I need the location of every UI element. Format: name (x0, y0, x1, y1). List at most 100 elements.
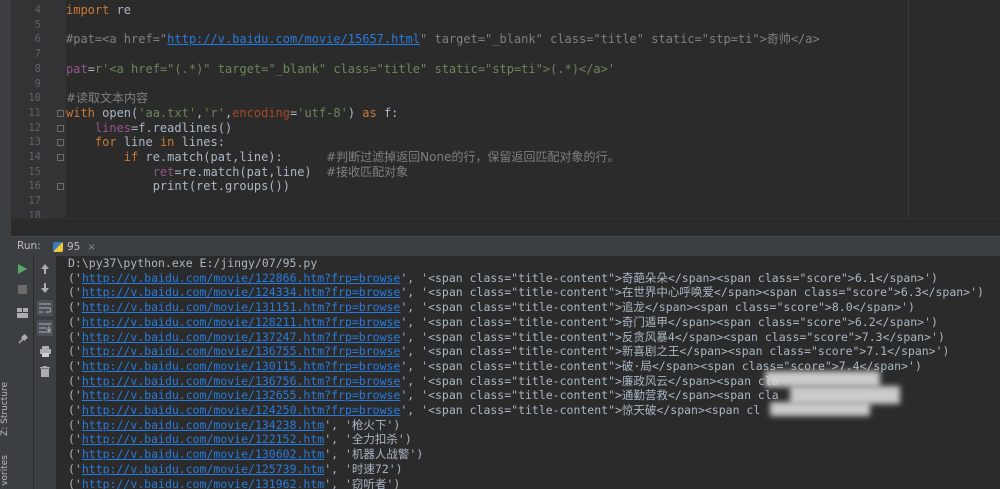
line-number: 13 (28, 136, 41, 149)
console-text: ', ' (400, 358, 429, 373)
code-token: 'r' (203, 105, 225, 120)
console-text: (' (68, 447, 82, 462)
run-tab-95[interactable]: 95 × (53, 239, 96, 255)
console-link[interactable]: http://v.baidu.com/movie/131962.htm (82, 477, 324, 489)
console-text: (' (68, 388, 82, 403)
console-link[interactable]: http://v.baidu.com/movie/122866.htm?frp=… (82, 271, 401, 285)
trash-icon[interactable] (38, 364, 52, 378)
favorites-tool-label[interactable]: vorites (0, 455, 10, 486)
code-line: for line in lines: (66, 135, 225, 150)
code-token: lines (94, 120, 132, 135)
code-line: import re (66, 3, 131, 18)
line-number: 14 (28, 151, 41, 163)
fold-marker-icon[interactable] (57, 183, 64, 191)
console-link[interactable]: http://v.baidu.com/movie/124334.htm?frp=… (82, 285, 401, 299)
console-text: 时速72') (351, 461, 403, 476)
editor-console-separator[interactable] (11, 218, 1000, 237)
console-link[interactable]: http://v.baidu.com/movie/130602.htm (82, 447, 324, 461)
run-tab-label: 95 (67, 241, 81, 253)
run-toolbar-right (34, 256, 56, 489)
redacted-area (770, 402, 870, 416)
console-link[interactable]: http://v.baidu.com/movie/132655.htm?frp=… (82, 388, 401, 402)
console-text: ', ' (400, 344, 429, 359)
code-line: #读取文本内容 (66, 91, 148, 106)
line-number: 11 (28, 106, 41, 119)
code-line: ret=re.match(pat,line) #接收匹配对象 (66, 165, 408, 180)
console-output-line: ('http://v.baidu.com/movie/130602.htm', … (68, 447, 423, 462)
close-icon[interactable]: × (87, 242, 95, 253)
console-link[interactable]: http://v.baidu.com/movie/130115.htm?frp=… (82, 359, 401, 373)
code-token: 'utf-8' (297, 105, 348, 120)
code-token: as (362, 105, 384, 120)
code-editor[interactable]: import re #pat=<a href="http://v.baidu.co… (66, 0, 1000, 218)
console-text: (' (68, 373, 82, 388)
code-token: lines: (181, 135, 225, 150)
console-text: (' (68, 461, 82, 476)
console-link[interactable]: http://v.baidu.com/movie/125739.htm (82, 462, 324, 476)
code-token: in (159, 135, 182, 150)
console-link[interactable]: http://v.baidu.com/movie/136755.htm?frp=… (82, 344, 401, 358)
fold-marker-icon[interactable] (57, 124, 64, 132)
console-text: <span class="title-content">奇葩朵朵</span><… (428, 270, 938, 285)
console-text: <span class="title-content">反贪风暴4</span>… (428, 329, 945, 344)
code-token: ) (347, 105, 363, 120)
console-text: 机器人战警') (351, 447, 424, 462)
play-icon[interactable] (15, 262, 29, 276)
console-output-line: ('http://v.baidu.com/movie/125739.htm', … (68, 462, 403, 477)
code-token: encoding (232, 105, 290, 120)
code-token: import (66, 3, 110, 17)
arrow-down-icon[interactable] (38, 281, 52, 295)
line-number: 8 (34, 62, 41, 75)
console-link[interactable]: http://v.baidu.com/movie/124250.htm?frp=… (82, 403, 401, 417)
line-number: 16 (28, 180, 41, 193)
right-margin-guide (908, 0, 909, 218)
console-text: <span class="title-content">奇门遁甲</span><… (428, 314, 938, 329)
console-text: <span class="title-content">追龙</span><sp… (428, 300, 915, 315)
console-link[interactable]: http://v.baidu.com/movie/134238.htm (82, 418, 324, 432)
console-text: ', ' (400, 285, 429, 300)
line-number: 15 (28, 165, 41, 178)
console-text: (' (68, 358, 82, 373)
code-token[interactable]: http://v.baidu.com/movie/15657.html (167, 32, 420, 46)
console-output-line: ('http://v.baidu.com/movie/131151.htm?fr… (68, 300, 915, 315)
structure-tool-label[interactable]: Z: Structure (0, 382, 10, 436)
console-output-line: ('http://v.baidu.com/movie/137247.htm?fr… (68, 330, 945, 345)
console-text: <span class="title-content">惊天破</span><s… (428, 403, 761, 417)
code-token: 奇帅 (766, 32, 791, 47)
console-text: (' (68, 476, 82, 489)
console-link[interactable]: http://v.baidu.com/movie/128211.htm?frp=… (82, 315, 401, 329)
console-text: 全力扣杀') (351, 432, 412, 447)
code-token: =f.readlines() (131, 120, 233, 135)
code-token: </a> (790, 32, 820, 47)
scroll-to-end-icon[interactable] (37, 320, 53, 336)
arrow-up-icon[interactable] (38, 262, 52, 276)
print-icon[interactable] (38, 344, 52, 358)
code-token: open( (102, 105, 139, 120)
console-link[interactable]: http://v.baidu.com/movie/131151.htm?frp=… (82, 300, 401, 314)
console-link[interactable]: http://v.baidu.com/movie/122152.htm (82, 432, 324, 446)
fold-marker-icon[interactable] (57, 139, 64, 147)
editor-gutter: 4 5 6 7 8 9 10 11 12 13 14 15 16 17 18 (11, 0, 66, 222)
pin-icon[interactable] (15, 332, 29, 346)
python-icon (53, 242, 63, 252)
run-toolbar-left (11, 256, 33, 489)
console-output-line: ('http://v.baidu.com/movie/122866.htm?fr… (68, 271, 938, 286)
stop-icon[interactable] (15, 282, 29, 296)
console-output-line: ('http://v.baidu.com/movie/136756.htm?fr… (68, 374, 779, 389)
fold-marker-icon[interactable] (57, 154, 64, 161)
console-link[interactable]: http://v.baidu.com/movie/137247.htm?frp=… (82, 330, 401, 344)
code-token: f: (383, 105, 399, 120)
console-text: ', ' (324, 476, 352, 489)
console-link[interactable]: http://v.baidu.com/movie/136756.htm?frp=… (82, 374, 401, 388)
soft-wrap-icon[interactable] (37, 300, 53, 316)
layout-icon[interactable] (15, 306, 29, 320)
console-text: ', ' (400, 329, 429, 344)
code-line: if re.match(pat,line): #判断过滤掉返回None的行，保留… (66, 150, 620, 165)
console-text: (' (68, 270, 82, 285)
code-token: #pat=<a href=" (66, 32, 168, 47)
code-token: #接收匹配对象 (326, 164, 409, 179)
console-text: ', ' (324, 461, 352, 476)
fold-marker-icon[interactable] (57, 109, 64, 117)
